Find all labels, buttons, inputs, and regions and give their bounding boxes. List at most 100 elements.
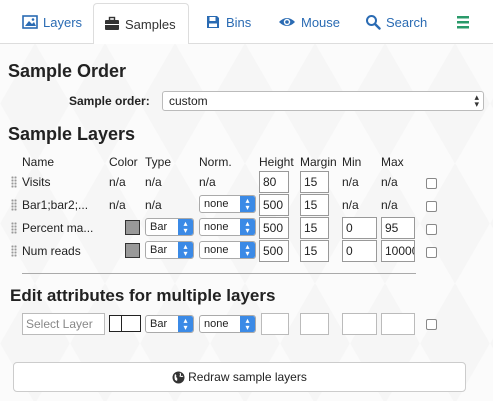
multi-checkbox[interactable]: [426, 319, 437, 330]
select-arrows-icon: ▴ ▾: [178, 242, 193, 258]
layer-type-value: Bar: [150, 221, 168, 233]
drag-handle-icon[interactable]: [11, 222, 17, 234]
sample-order-label: Sample order:: [69, 94, 150, 108]
sample-order-value: custom: [169, 94, 208, 108]
multi-min-input[interactable]: [342, 313, 377, 335]
layer-min: n/a: [342, 175, 359, 189]
layer-color: n/a: [109, 198, 126, 212]
multi-max-input[interactable]: [381, 313, 415, 335]
layer-name: Percent ma...: [22, 221, 94, 235]
sample-order-select[interactable]: custom ▴ ▾: [162, 91, 484, 111]
tab-bar: Layers Samples Bins Mouse Search: [0, 0, 493, 45]
layer-type: n/a: [145, 175, 162, 189]
tab-mouse[interactable]: Mouse: [278, 0, 340, 44]
col-header-norm: Norm.: [199, 155, 232, 169]
layer-name: Visits: [22, 175, 51, 189]
layer-type-value: Bar: [150, 244, 168, 256]
layer-norm-select[interactable]: none ▴ ▾: [199, 241, 256, 259]
multi-color-swatch[interactable]: [109, 315, 141, 332]
layer-color-swatch[interactable]: [125, 220, 140, 235]
multi-type-value: Bar: [150, 318, 168, 330]
col-header-height: Height: [259, 155, 294, 169]
tab-layers-label: Layers: [43, 14, 83, 30]
select-arrows-icon: ▴ ▾: [178, 316, 193, 332]
tab-samples[interactable]: Samples: [93, 3, 189, 45]
tab-bins-label: Bins: [226, 14, 252, 30]
tab-bins[interactable]: Bins: [205, 0, 251, 44]
col-header-max: Max: [381, 155, 404, 169]
layer-height-input[interactable]: 500: [259, 194, 289, 216]
multi-norm-select[interactable]: none ▴ ▾: [199, 315, 256, 333]
briefcase-icon: [104, 16, 120, 32]
layer-max-input[interactable]: 10000: [381, 240, 415, 262]
select-arrows-icon: ▴ ▾: [240, 219, 255, 235]
drag-handle-icon[interactable]: [11, 199, 17, 211]
multi-type-select[interactable]: Bar ▴ ▾: [145, 315, 194, 333]
layer-type-select[interactable]: Bar ▴ ▾: [145, 241, 194, 259]
layer-name: Num reads: [22, 244, 81, 258]
tab-layers[interactable]: Layers: [22, 0, 82, 44]
layer-norm-select[interactable]: none ▴ ▾: [199, 195, 256, 213]
select-arrows-icon: ▴ ▾: [178, 219, 193, 235]
layer-name: Bar1;bar2;...: [22, 198, 89, 212]
layer-min-input[interactable]: 0: [342, 217, 377, 239]
select-arrows-icon: ▴ ▾: [474, 92, 479, 109]
multi-norm-value: none: [204, 318, 229, 330]
redraw-button-label: Redraw sample layers: [188, 370, 307, 384]
drag-handle-icon[interactable]: [11, 245, 17, 257]
menu-button[interactable]: [456, 0, 477, 44]
col-header-type: Type: [145, 155, 172, 169]
select-arrows-icon: ▴ ▾: [240, 242, 255, 258]
layer-height-input[interactable]: 80: [259, 171, 289, 193]
layer-max-input[interactable]: 95: [381, 217, 415, 239]
select-arrows-icon: ▴ ▾: [240, 316, 255, 332]
layer-checkbox[interactable]: [426, 224, 437, 235]
globe-icon: [172, 371, 185, 384]
tab-search[interactable]: Search: [365, 0, 427, 44]
layer-height-input[interactable]: 500: [259, 217, 289, 239]
layer-height-input[interactable]: 500: [259, 240, 289, 262]
layer-type: n/a: [145, 198, 162, 212]
layer-norm-value: none: [204, 221, 229, 233]
tab-mouse-label: Mouse: [301, 14, 341, 30]
drag-handle-icon[interactable]: [11, 176, 17, 188]
layer-norm-select[interactable]: none ▴ ▾: [199, 218, 256, 236]
multi-edit-heading: Edit attributes for multiple layers: [10, 286, 276, 305]
select-layer-input[interactable]: Select Layer: [22, 313, 105, 335]
redraw-sample-layers-button[interactable]: Redraw sample layers: [13, 362, 466, 392]
col-header-color: Color: [109, 155, 138, 169]
tab-samples-label: Samples: [125, 16, 176, 32]
layer-margin-input[interactable]: 15: [300, 194, 329, 216]
layer-checkbox[interactable]: [426, 178, 437, 189]
layer-max: n/a: [381, 175, 398, 189]
layer-min-input[interactable]: 0: [342, 240, 377, 262]
layer-color: n/a: [109, 175, 126, 189]
layer-norm-value: none: [204, 198, 229, 210]
col-header-min: Min: [342, 155, 362, 169]
layer-checkbox[interactable]: [426, 247, 437, 258]
layer-type-select[interactable]: Bar ▴ ▾: [145, 218, 194, 236]
image-icon: [22, 14, 38, 30]
multi-height-input[interactable]: [261, 313, 289, 335]
swatch-divider: [121, 316, 122, 331]
layer-max: n/a: [381, 198, 398, 212]
col-header-margin: Margin: [300, 155, 337, 169]
layer-norm-value: none: [204, 244, 229, 256]
multi-margin-input[interactable]: [300, 313, 329, 335]
layer-margin-input[interactable]: 15: [300, 171, 329, 193]
divider: [22, 273, 416, 274]
eye-icon: [278, 14, 296, 30]
hamburger-icon: [456, 14, 472, 30]
search-icon: [365, 14, 381, 30]
layer-color-swatch[interactable]: [125, 243, 140, 258]
layer-min: n/a: [342, 198, 359, 212]
layer-norm: n/a: [199, 175, 216, 189]
save-icon: [205, 14, 221, 30]
col-header-name: Name: [22, 155, 55, 169]
sample-layers-heading: Sample Layers: [8, 124, 136, 144]
layer-margin-input[interactable]: 15: [300, 240, 329, 262]
layer-checkbox[interactable]: [426, 201, 437, 212]
sample-order-heading: Sample Order: [8, 61, 127, 81]
select-arrows-icon: ▴ ▾: [240, 196, 255, 212]
layer-margin-input[interactable]: 15: [300, 217, 329, 239]
